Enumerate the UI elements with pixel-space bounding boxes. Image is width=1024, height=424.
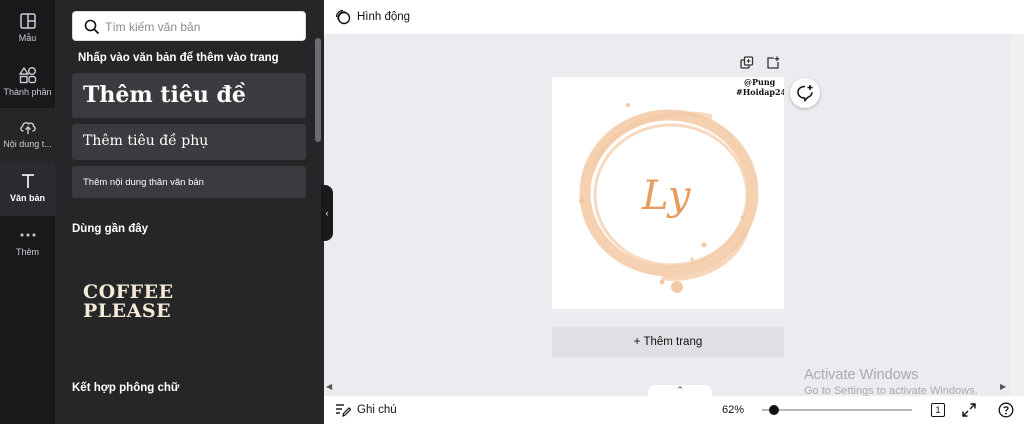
font-combos-title: Kết hợp phông chữ xyxy=(72,382,180,394)
watermark-handle: @Pung xyxy=(744,77,776,87)
add-subheading-label: Thêm tiêu đề phụ xyxy=(83,133,209,149)
left-rail: Mẫu Thành phần Nội dung t... Văn bản Thê… xyxy=(0,0,55,424)
chevron-up-icon: ⌃ xyxy=(676,385,684,395)
watermark-hashtag: #Hoidap247 xyxy=(736,87,784,97)
rail-item-text[interactable]: Văn bản xyxy=(0,162,55,216)
add-heading-button[interactable]: Thêm tiêu đề xyxy=(72,73,306,118)
windows-activation-watermark: Activate Windows Go to Settings to activ… xyxy=(804,367,978,397)
chevron-left-icon: ‹ xyxy=(325,208,329,218)
panel-scrollbar[interactable] xyxy=(315,38,321,142)
add-heading-label: Thêm tiêu đề xyxy=(83,82,246,108)
add-page-button[interactable]: + Thêm trang xyxy=(552,327,784,357)
recent-section-title: Dùng gần đây xyxy=(72,223,149,235)
elements-icon xyxy=(18,66,36,84)
add-comment-button[interactable] xyxy=(790,78,820,108)
recent-text-line: PLEASE xyxy=(83,300,172,322)
add-body-text-button[interactable]: Thêm nội dung thân văn bản xyxy=(72,166,306,198)
text-panel: Nhấp vào văn bản để thêm vào trang Thêm … xyxy=(55,0,324,424)
fullscreen-icon[interactable] xyxy=(961,402,977,418)
animate-label: Hình động xyxy=(357,11,411,23)
animation-icon xyxy=(335,9,351,25)
editor-topbar: Hình động xyxy=(324,0,1024,34)
zoom-level: 62% xyxy=(722,404,745,416)
search-icon xyxy=(84,19,100,35)
rail-label: Nội dung t... xyxy=(3,139,52,149)
more-icon xyxy=(20,233,35,237)
scroll-left-icon[interactable]: ◀ xyxy=(326,382,332,391)
coffee-ring-logo: Ly @Pung #Hoidap247 xyxy=(579,77,792,293)
rail-label: Thành phần xyxy=(3,87,52,97)
add-page-icon[interactable] xyxy=(766,56,780,70)
watermark-title: Activate Windows xyxy=(804,367,919,383)
template-icon xyxy=(19,13,36,29)
rail-label: Văn bản xyxy=(9,193,45,203)
text-icon xyxy=(21,174,34,188)
add-subheading-button[interactable]: Thêm tiêu đề phụ xyxy=(72,124,306,160)
rail-item-more[interactable]: Thêm xyxy=(0,216,55,270)
rail-item-elements[interactable]: Thành phần xyxy=(0,56,55,110)
add-body-text-label: Thêm nội dung thân văn bản xyxy=(83,177,204,188)
search-input[interactable] xyxy=(105,18,295,36)
search-box[interactable] xyxy=(72,11,306,41)
rail-label: Thêm xyxy=(15,247,39,257)
help-icon[interactable] xyxy=(998,402,1014,418)
rail-item-uploads[interactable]: Nội dung t... xyxy=(0,108,55,162)
scroll-right-icon[interactable]: ▶ xyxy=(1000,382,1006,391)
upload-icon xyxy=(19,122,36,134)
logo-text: Ly xyxy=(641,173,692,219)
duplicate-page-icon[interactable] xyxy=(740,56,754,70)
notes-icon xyxy=(336,404,351,418)
design-page[interactable]: Ly @Pung #Hoidap247 xyxy=(552,77,792,309)
notes-label: Ghi chú xyxy=(357,404,397,416)
rail-label: Mẫu xyxy=(18,33,37,43)
canvas-vertical-scrollbar[interactable] xyxy=(1011,34,1024,396)
zoom-slider[interactable] xyxy=(762,405,912,415)
comment-plus-icon xyxy=(797,85,813,102)
rail-item-templates[interactable]: Mẫu xyxy=(0,2,55,56)
collapse-panel-button[interactable]: ‹ xyxy=(321,185,333,241)
editor-bottombar: Ghi chú 62% 1 xyxy=(324,396,1024,424)
zoom-slider-knob[interactable] xyxy=(769,405,779,415)
recent-text-item[interactable]: COFFEE PLEASE xyxy=(83,283,183,321)
panel-hint: Nhấp vào văn bản để thêm vào trang xyxy=(78,52,279,64)
page-count[interactable]: 1 xyxy=(931,403,945,417)
